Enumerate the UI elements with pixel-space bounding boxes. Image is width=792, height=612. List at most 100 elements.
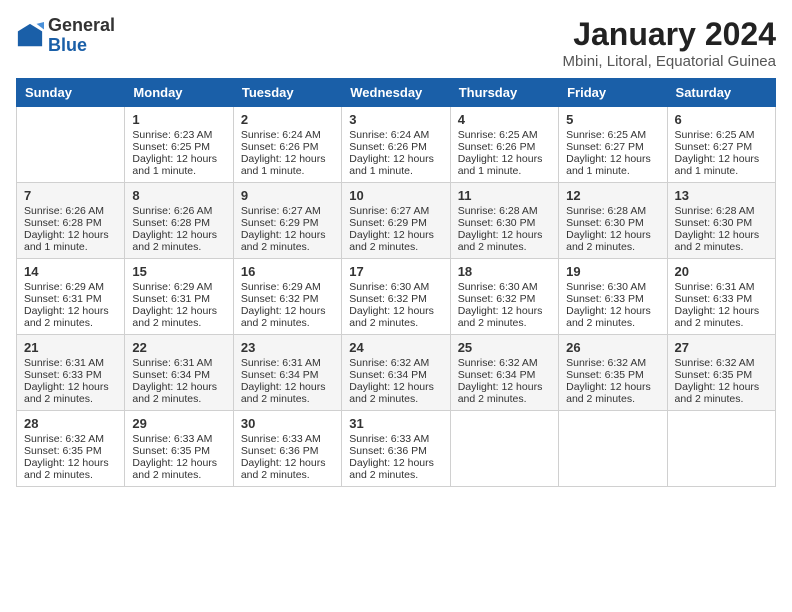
calendar-title: January 2024 [563,16,776,53]
calendar-cell: 23Sunrise: 6:31 AMSunset: 6:34 PMDayligh… [233,335,341,411]
day-number: 25 [458,340,551,355]
calendar-cell: 13Sunrise: 6:28 AMSunset: 6:30 PMDayligh… [667,183,775,259]
day-info: Sunrise: 6:26 AM [132,205,225,217]
calendar-week-row: 1Sunrise: 6:23 AMSunset: 6:25 PMDaylight… [17,107,776,183]
day-info: Daylight: 12 hours and 2 minutes. [566,229,659,253]
day-number: 6 [675,112,768,127]
day-info: Daylight: 12 hours and 2 minutes. [675,229,768,253]
calendar-cell: 24Sunrise: 6:32 AMSunset: 6:34 PMDayligh… [342,335,450,411]
day-info: Daylight: 12 hours and 2 minutes. [24,305,117,329]
day-info: Sunset: 6:32 PM [349,293,442,305]
day-of-week-header: Saturday [667,79,775,107]
day-info: Sunset: 6:26 PM [349,141,442,153]
day-info: Sunrise: 6:24 AM [241,129,334,141]
day-number: 15 [132,264,225,279]
calendar-cell: 19Sunrise: 6:30 AMSunset: 6:33 PMDayligh… [559,259,667,335]
day-number: 23 [241,340,334,355]
day-info: Sunrise: 6:27 AM [349,205,442,217]
day-number: 11 [458,188,551,203]
day-info: Sunset: 6:30 PM [675,217,768,229]
day-info: Daylight: 12 hours and 2 minutes. [241,305,334,329]
day-info: Sunset: 6:28 PM [24,217,117,229]
day-of-week-header: Tuesday [233,79,341,107]
day-number: 4 [458,112,551,127]
calendar-cell: 18Sunrise: 6:30 AMSunset: 6:32 PMDayligh… [450,259,558,335]
day-info: Sunset: 6:28 PM [132,217,225,229]
calendar-cell: 3Sunrise: 6:24 AMSunset: 6:26 PMDaylight… [342,107,450,183]
calendar-cell: 28Sunrise: 6:32 AMSunset: 6:35 PMDayligh… [17,411,125,487]
calendar-table: SundayMondayTuesdayWednesdayThursdayFrid… [16,78,776,487]
day-info: Sunrise: 6:32 AM [349,357,442,369]
day-number: 14 [24,264,117,279]
day-info: Sunrise: 6:24 AM [349,129,442,141]
day-info: Sunrise: 6:31 AM [24,357,117,369]
day-info: Daylight: 12 hours and 1 minute. [458,153,551,177]
day-info: Sunset: 6:33 PM [24,369,117,381]
day-info: Sunset: 6:34 PM [458,369,551,381]
calendar-week-row: 28Sunrise: 6:32 AMSunset: 6:35 PMDayligh… [17,411,776,487]
day-info: Sunrise: 6:31 AM [132,357,225,369]
day-of-week-header: Wednesday [342,79,450,107]
day-info: Sunset: 6:29 PM [241,217,334,229]
day-info: Sunset: 6:35 PM [132,445,225,457]
calendar-cell: 1Sunrise: 6:23 AMSunset: 6:25 PMDaylight… [125,107,233,183]
calendar-cell [17,107,125,183]
day-number: 17 [349,264,442,279]
calendar-cell: 27Sunrise: 6:32 AMSunset: 6:35 PMDayligh… [667,335,775,411]
day-info: Daylight: 12 hours and 2 minutes. [132,305,225,329]
day-info: Sunrise: 6:30 AM [349,281,442,293]
day-number: 8 [132,188,225,203]
logo-text: General Blue [48,16,115,56]
calendar-cell: 26Sunrise: 6:32 AMSunset: 6:35 PMDayligh… [559,335,667,411]
day-info: Sunrise: 6:33 AM [349,433,442,445]
day-info: Sunset: 6:32 PM [241,293,334,305]
calendar-cell: 15Sunrise: 6:29 AMSunset: 6:31 PMDayligh… [125,259,233,335]
calendar-cell: 6Sunrise: 6:25 AMSunset: 6:27 PMDaylight… [667,107,775,183]
day-info: Daylight: 12 hours and 2 minutes. [132,381,225,405]
day-of-week-header: Friday [559,79,667,107]
calendar-subtitle: Mbini, Litoral, Equatorial Guinea [563,53,776,70]
day-info: Sunrise: 6:30 AM [458,281,551,293]
calendar-week-row: 21Sunrise: 6:31 AMSunset: 6:33 PMDayligh… [17,335,776,411]
day-info: Daylight: 12 hours and 1 minute. [566,153,659,177]
calendar-cell: 16Sunrise: 6:29 AMSunset: 6:32 PMDayligh… [233,259,341,335]
day-info: Sunset: 6:30 PM [458,217,551,229]
day-info: Sunset: 6:33 PM [566,293,659,305]
day-number: 31 [349,416,442,431]
day-number: 26 [566,340,659,355]
day-info: Sunrise: 6:23 AM [132,129,225,141]
calendar-week-row: 14Sunrise: 6:29 AMSunset: 6:31 PMDayligh… [17,259,776,335]
day-info: Sunrise: 6:28 AM [675,205,768,217]
calendar-cell: 21Sunrise: 6:31 AMSunset: 6:33 PMDayligh… [17,335,125,411]
day-info: Sunset: 6:26 PM [241,141,334,153]
day-number: 5 [566,112,659,127]
calendar-cell: 9Sunrise: 6:27 AMSunset: 6:29 PMDaylight… [233,183,341,259]
day-info: Sunrise: 6:27 AM [241,205,334,217]
calendar-cell: 25Sunrise: 6:32 AMSunset: 6:34 PMDayligh… [450,335,558,411]
calendar-cell: 8Sunrise: 6:26 AMSunset: 6:28 PMDaylight… [125,183,233,259]
day-info: Sunset: 6:29 PM [349,217,442,229]
day-number: 10 [349,188,442,203]
title-block: January 2024 Mbini, Litoral, Equatorial … [563,16,776,70]
day-info: Sunset: 6:27 PM [675,141,768,153]
logo: General Blue [16,16,115,56]
day-info: Sunset: 6:32 PM [458,293,551,305]
day-info: Daylight: 12 hours and 2 minutes. [675,305,768,329]
day-info: Daylight: 12 hours and 1 minute. [241,153,334,177]
calendar-cell: 22Sunrise: 6:31 AMSunset: 6:34 PMDayligh… [125,335,233,411]
day-info: Daylight: 12 hours and 2 minutes. [241,381,334,405]
calendar-cell: 7Sunrise: 6:26 AMSunset: 6:28 PMDaylight… [17,183,125,259]
day-info: Sunrise: 6:31 AM [241,357,334,369]
calendar-cell: 31Sunrise: 6:33 AMSunset: 6:36 PMDayligh… [342,411,450,487]
day-info: Daylight: 12 hours and 1 minute. [675,153,768,177]
calendar-cell [667,411,775,487]
day-info: Daylight: 12 hours and 2 minutes. [349,305,442,329]
day-info: Sunset: 6:33 PM [675,293,768,305]
calendar-cell: 14Sunrise: 6:29 AMSunset: 6:31 PMDayligh… [17,259,125,335]
day-info: Daylight: 12 hours and 2 minutes. [458,229,551,253]
day-info: Daylight: 12 hours and 1 minute. [24,229,117,253]
day-number: 3 [349,112,442,127]
day-info: Sunrise: 6:29 AM [132,281,225,293]
calendar-cell: 11Sunrise: 6:28 AMSunset: 6:30 PMDayligh… [450,183,558,259]
day-number: 20 [675,264,768,279]
